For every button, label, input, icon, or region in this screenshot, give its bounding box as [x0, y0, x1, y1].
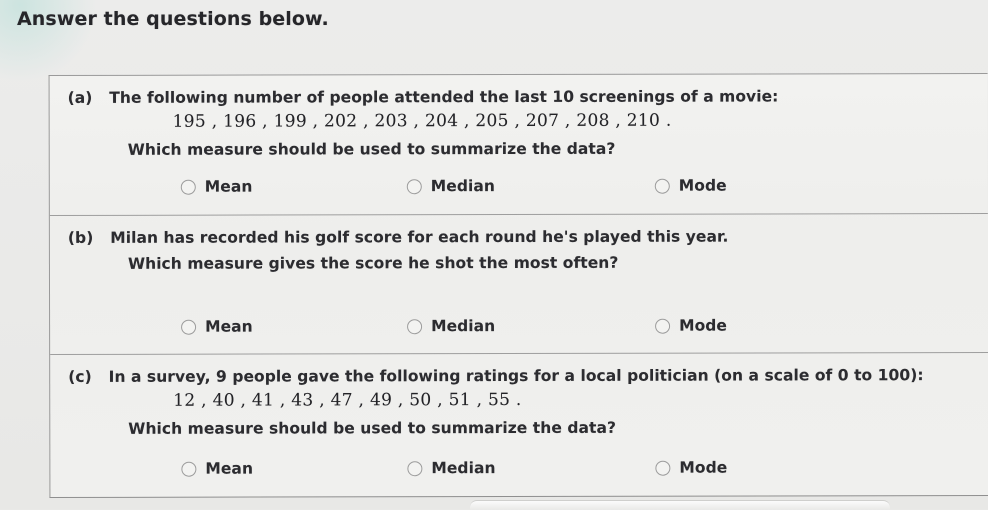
question-b-option-median[interactable]: Median — [407, 317, 495, 335]
question-c-option-mode-label: Mode — [679, 458, 728, 477]
question-block-c: (c) In a survey, 9 people gave the follo… — [50, 352, 988, 499]
radio-circle-icon[interactable] — [654, 178, 670, 194]
question-a-option-median-label: Median — [430, 177, 495, 196]
question-c-option-mode[interactable]: Mode — [655, 459, 727, 477]
question-c-label-and-line1: (c) In a survey, 9 people gave the follo… — [68, 366, 923, 386]
page-title: Answer the questions below. — [17, 8, 329, 30]
question-a-line2: Which measure should be used to summariz… — [127, 139, 616, 159]
question-b-options: Mean Median Mode — [50, 316, 988, 344]
question-a-options: Mean Median Mode — [50, 176, 988, 204]
radio-circle-icon[interactable] — [181, 461, 197, 477]
question-c-options: Mean Median Mode — [50, 458, 988, 486]
question-b-label-and-line1: (b) Milan has recorded his golf score fo… — [68, 228, 729, 247]
question-b-line2: Which measure gives the score he shot th… — [127, 253, 619, 273]
question-a-option-mode-label: Mode — [678, 176, 727, 195]
radio-circle-icon[interactable] — [181, 319, 197, 335]
question-b-option-mean[interactable]: Mean — [181, 318, 253, 336]
radio-circle-icon[interactable] — [407, 318, 423, 334]
page-background: Answer the questions below. (a) The foll… — [0, 0, 988, 510]
question-c-option-median-label: Median — [431, 459, 496, 478]
question-b-option-median-label: Median — [431, 317, 496, 336]
question-c-line2: Which measure should be used to summariz… — [128, 418, 617, 438]
radio-circle-icon[interactable] — [407, 460, 423, 476]
question-b-line1: Milan has recorded his golf score for ea… — [110, 227, 729, 247]
question-b-option-mode-label: Mode — [679, 316, 727, 335]
question-b-label: (b) — [67, 228, 94, 247]
question-a-label-and-line1: (a) The following number of people atten… — [68, 87, 779, 106]
question-a-numbers: 195 , 196 , 199 , 202 , 203 , 204 , 205 … — [172, 110, 672, 132]
question-b-option-mean-label: Mean — [205, 317, 253, 336]
question-a-option-mean[interactable]: Mean — [180, 177, 253, 196]
question-c-option-median[interactable]: Median — [407, 459, 496, 478]
question-c-line1: In a survey, 9 people gave the following… — [108, 366, 924, 386]
questions-card: (a) The following number of people atten… — [48, 73, 988, 499]
radio-circle-icon[interactable] — [406, 178, 422, 194]
radio-circle-icon[interactable] — [655, 460, 671, 476]
question-c-label: (c) — [68, 367, 92, 386]
question-a-line1: The following number of people attended … — [109, 87, 779, 107]
question-block-b: (b) Milan has recorded his golf score fo… — [49, 213, 988, 354]
question-c-option-mean-label: Mean — [205, 459, 254, 478]
radio-circle-icon[interactable] — [180, 179, 196, 195]
question-b-option-mode[interactable]: Mode — [655, 317, 727, 335]
radio-circle-icon[interactable] — [655, 318, 671, 334]
question-c-numbers: 12 , 40 , 41 , 43 , 47 , 49 , 50 , 51 , … — [173, 389, 522, 411]
question-c-option-mean[interactable]: Mean — [181, 460, 253, 478]
question-a-label: (a) — [67, 88, 93, 107]
question-block-a: (a) The following number of people atten… — [50, 74, 988, 215]
question-a-option-median[interactable]: Median — [406, 177, 495, 196]
question-a-option-mean-label: Mean — [204, 177, 253, 196]
question-a-option-mode[interactable]: Mode — [654, 176, 727, 195]
